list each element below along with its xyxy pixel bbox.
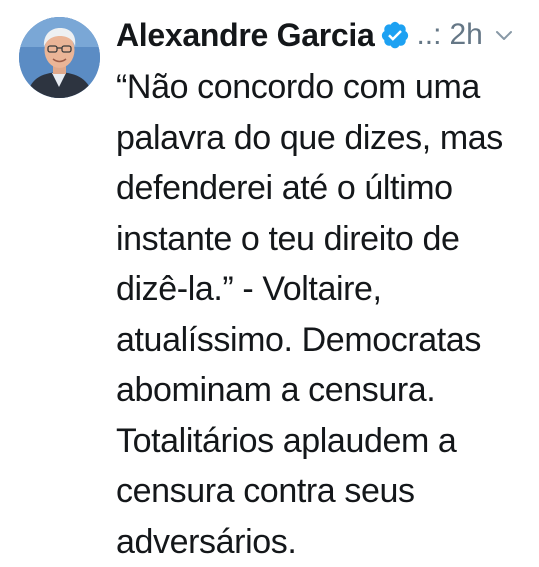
tweet-text-line: Totalitários aplaudem a bbox=[116, 416, 526, 467]
tweet-text: “Não concordo com uma palavra do que diz… bbox=[116, 62, 526, 567]
tweet-text-line: atualíssimo. Democratas bbox=[116, 315, 526, 366]
tweet-content: Alexandre Garcia ..: 2h “Não concordo co… bbox=[116, 8, 526, 567]
tweet-text-line: abominam a censura. bbox=[116, 365, 526, 416]
tweet-text-line: palavra do que dizes, mas bbox=[116, 113, 526, 164]
avatar-image bbox=[19, 17, 100, 98]
chevron-down-icon[interactable] bbox=[493, 24, 515, 46]
tweet-text-line: censura contra seus bbox=[116, 466, 526, 517]
tweet-text-line: instante o teu direito de bbox=[116, 214, 526, 265]
author-name[interactable]: Alexandre Garcia bbox=[116, 17, 374, 54]
tweet-text-line: defenderei até o último bbox=[116, 163, 526, 214]
tweet-timestamp[interactable]: 2h bbox=[449, 18, 482, 52]
tweet[interactable]: Alexandre Garcia ..: 2h “Não concordo co… bbox=[0, 0, 539, 563]
tweet-text-line: “Não concordo com uma bbox=[116, 62, 526, 113]
tweet-text-line: adversários. bbox=[116, 517, 526, 567]
author-handle[interactable]: ..: bbox=[416, 18, 441, 52]
verified-badge-icon bbox=[380, 20, 410, 50]
tweet-text-line: dizê-la.” - Voltaire, bbox=[116, 264, 526, 315]
tweet-header: Alexandre Garcia ..: 2h bbox=[116, 8, 526, 62]
avatar[interactable] bbox=[19, 17, 100, 98]
